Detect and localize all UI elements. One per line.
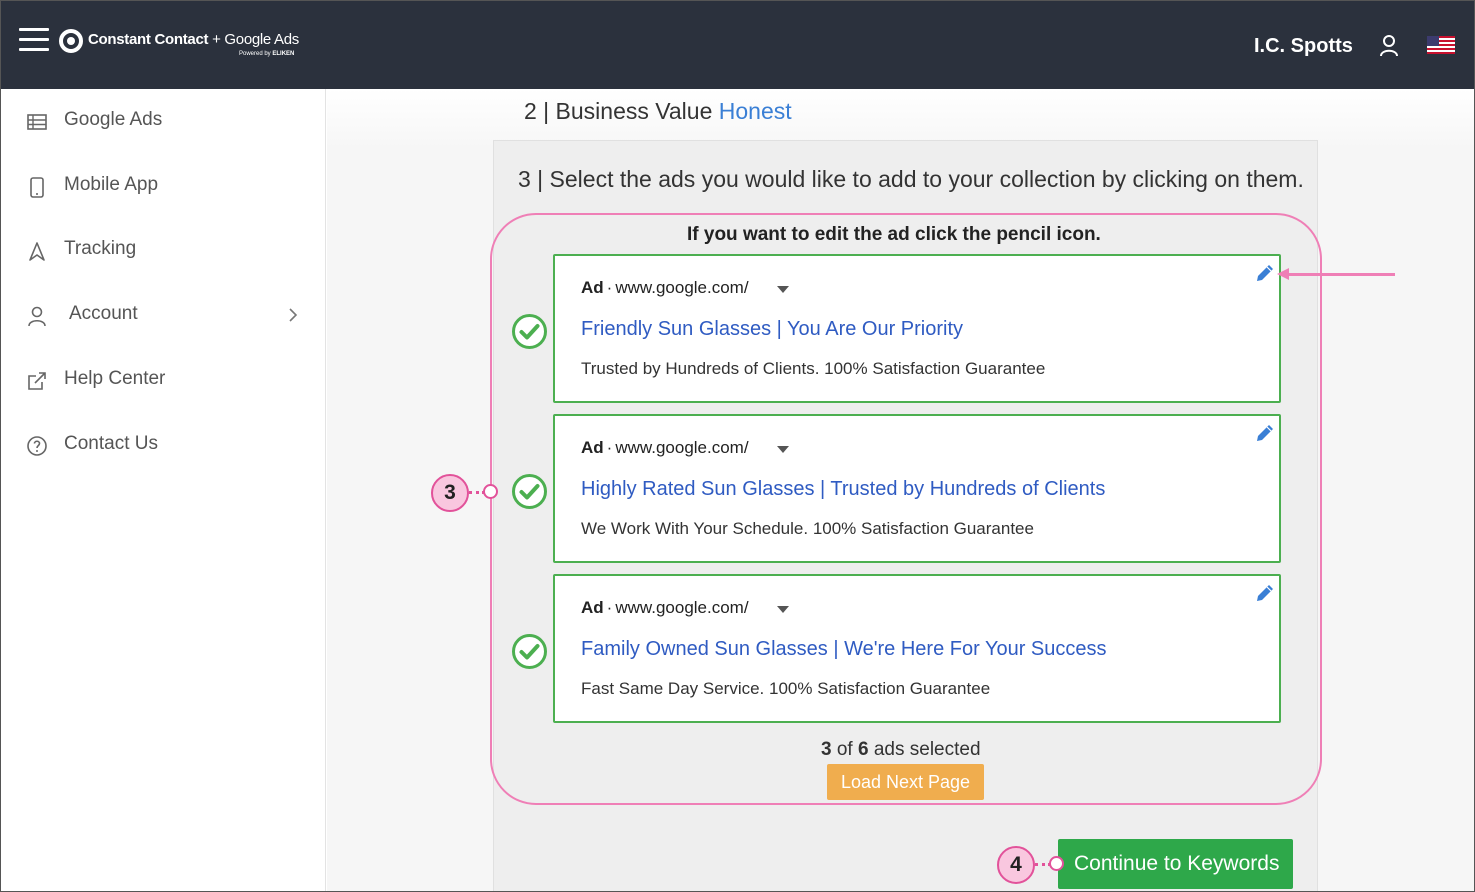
sidebar-item-label: Account xyxy=(69,303,138,324)
app-window: Constant Contact + Google Ads Powered by… xyxy=(0,0,1475,892)
sidebar-item-account[interactable]: Account xyxy=(1,293,326,337)
sidebar-item-mobile-app[interactable]: Mobile App xyxy=(1,164,326,208)
navigation-icon xyxy=(29,242,45,261)
ad-description: We Work With Your Schedule. 100% Satisfa… xyxy=(581,519,1034,538)
ad-card[interactable]: Ad · www.google.com/ Family Owned Sun Glas… xyxy=(553,574,1281,723)
brand-text: Constant Contact + Google Ads xyxy=(88,31,299,48)
step-2-heading: 2 | Business Value Honest xyxy=(524,98,792,124)
powered-by: Powered by ELIKEN xyxy=(239,51,295,57)
username[interactable]: I.C. Spotts xyxy=(1254,35,1353,58)
top-bar: Constant Contact + Google Ads Powered by… xyxy=(1,1,1474,89)
selected-check-icon[interactable] xyxy=(511,473,548,510)
ad-card[interactable]: Ad · www.google.com/ Highly Rated Sun Glas… xyxy=(553,414,1281,563)
sidebar-item-contact-us[interactable]: Contact Us xyxy=(1,423,326,467)
business-value: Honest xyxy=(718,98,792,124)
table-icon xyxy=(27,114,47,130)
sidebar-item-tracking[interactable]: Tracking xyxy=(1,228,326,272)
pencil-edit-icon[interactable] xyxy=(1254,422,1276,444)
external-link-icon xyxy=(28,372,46,390)
ad-url-line: Ad · www.google.com/ xyxy=(581,598,749,617)
annotation-arrow-head xyxy=(1277,268,1289,280)
caret-down-icon[interactable] xyxy=(777,446,789,454)
sidebar-item-label: Contact Us xyxy=(64,433,158,454)
ad-description: Fast Same Day Service. 100% Satisfaction… xyxy=(581,679,991,698)
selected-check-icon[interactable] xyxy=(511,313,548,350)
caret-down-icon[interactable] xyxy=(777,286,789,294)
selected-check-icon[interactable] xyxy=(511,633,548,670)
annotation-badge-3: 3 xyxy=(431,474,469,512)
ad-url-line: Ad · www.google.com/ xyxy=(581,278,749,297)
phone-icon xyxy=(30,177,44,198)
annotation-ring xyxy=(1049,856,1064,871)
continue-to-keywords-button[interactable]: Continue to Keywords xyxy=(1058,839,1293,889)
pencil-edit-icon[interactable] xyxy=(1254,582,1276,604)
sidebar-item-google-ads[interactable]: Google Ads xyxy=(1,99,326,143)
ad-title[interactable]: Family Owned Sun Glasses | We're Here Fo… xyxy=(581,638,1107,661)
sidebar-item-label: Mobile App xyxy=(64,174,159,195)
annotation-badge-4: 4 xyxy=(997,846,1035,884)
pencil-edit-icon[interactable] xyxy=(1254,262,1276,284)
annotation-arrow xyxy=(1286,273,1395,276)
ad-url-line: Ad · www.google.com/ xyxy=(581,438,749,457)
constant-contact-logo-icon xyxy=(59,29,83,53)
chevron-right-icon xyxy=(289,308,298,322)
step-3-heading: 3 | Select the ads you would like to add… xyxy=(518,166,1304,192)
annotation-ring xyxy=(483,484,498,499)
caret-down-icon[interactable] xyxy=(777,606,789,614)
sidebar-item-label: Tracking xyxy=(64,238,137,259)
ad-card[interactable]: Ad · www.google.com/ Friendly Sun Glasses … xyxy=(553,254,1281,403)
sidebar-item-help-center[interactable]: Help Center xyxy=(1,358,326,402)
sidebar-item-label: Google Ads xyxy=(64,109,163,130)
sidebar: Google Ads Mobile App Tracking Account H… xyxy=(1,89,326,891)
load-next-page-button[interactable]: Load Next Page xyxy=(827,764,984,800)
ad-description: Trusted by Hundreds of Clients. 100% Sat… xyxy=(581,359,1046,378)
us-flag-icon[interactable] xyxy=(1427,36,1455,54)
hamburger-menu-icon[interactable] xyxy=(19,28,49,52)
user-icon xyxy=(28,306,46,327)
sidebar-item-label: Help Center xyxy=(64,368,166,389)
user-profile-icon[interactable] xyxy=(1379,35,1399,57)
ad-title[interactable]: Highly Rated Sun Glasses | Trusted by Hu… xyxy=(581,478,1105,501)
ad-title[interactable]: Friendly Sun Glasses | You Are Our Prior… xyxy=(581,318,963,341)
question-icon xyxy=(27,436,47,456)
